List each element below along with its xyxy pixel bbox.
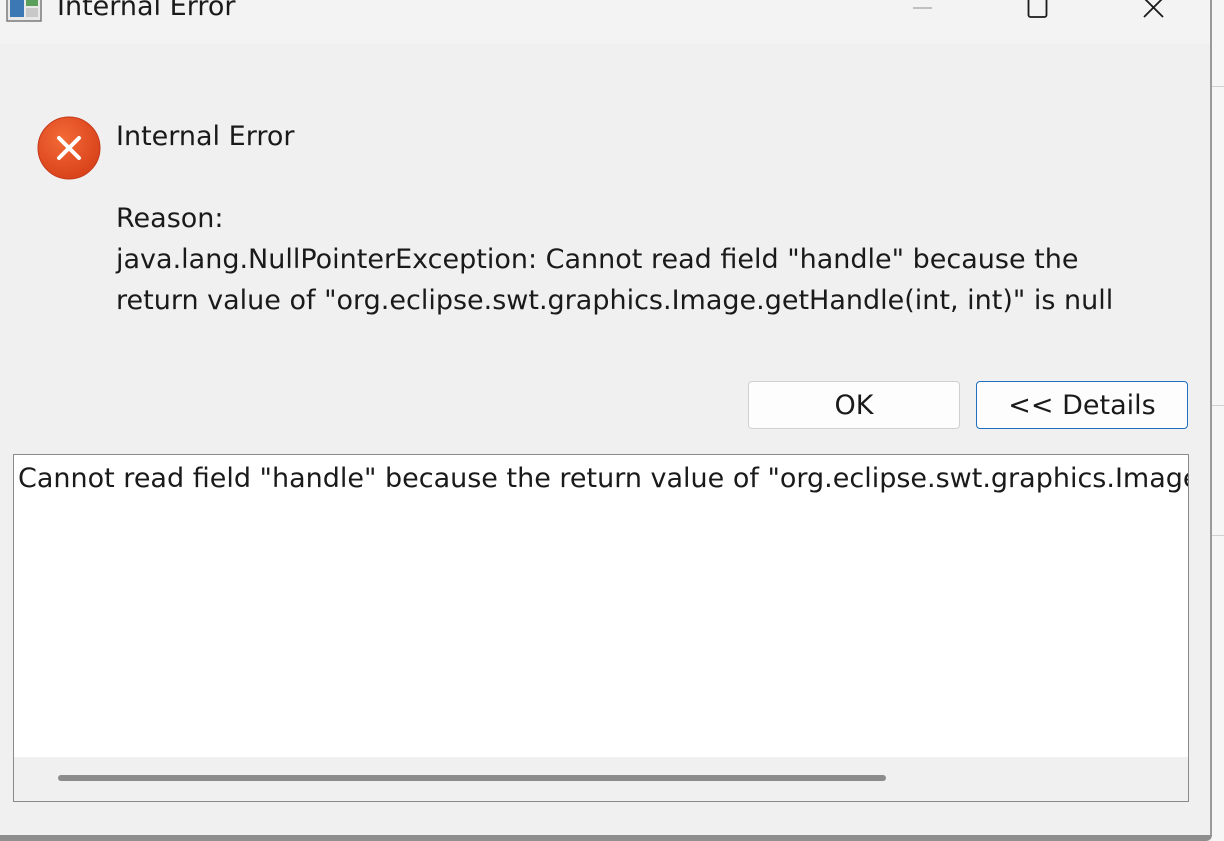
- window-frame-edge: [1210, 0, 1212, 835]
- details-toggle-button[interactable]: << Details: [976, 381, 1188, 429]
- scrollbar-thumb[interactable]: [58, 775, 886, 781]
- background-divider: [1212, 86, 1224, 87]
- details-text: Cannot read field "handle" because the r…: [18, 463, 1188, 494]
- minimize-button[interactable]: [893, 0, 951, 40]
- ok-button[interactable]: OK: [748, 381, 960, 429]
- maximize-button[interactable]: [1008, 0, 1066, 40]
- close-icon: [1143, 0, 1164, 18]
- window-frame-bottom: [0, 835, 1212, 841]
- minimize-icon: [913, 7, 932, 9]
- close-button[interactable]: [1125, 0, 1183, 40]
- reason-text-line-1: java.lang.NullPointerException: Cannot r…: [116, 244, 1079, 275]
- window-title: Internal Error: [57, 0, 236, 22]
- error-heading: Internal Error: [116, 121, 295, 152]
- eclipse-app-icon: [6, 0, 42, 22]
- title-bar[interactable]: Internal Error: [0, 0, 1210, 44]
- horizontal-scrollbar[interactable]: [14, 757, 1188, 801]
- details-text-area[interactable]: Cannot read field "handle" because the r…: [13, 454, 1189, 802]
- reason-label: Reason:: [116, 203, 224, 234]
- reason-text-line-2: return value of "org.eclipse.swt.graphic…: [116, 285, 1114, 316]
- background-divider: [1212, 405, 1224, 406]
- background-divider: [1212, 535, 1224, 536]
- internal-error-dialog: Internal Error Internal Error Reason: ja…: [0, 0, 1210, 835]
- background-window: [1212, 0, 1224, 841]
- error-icon: [37, 116, 101, 180]
- maximize-icon: [1027, 0, 1048, 18]
- screen: Internal Error Internal Error Reason: ja…: [0, 0, 1224, 841]
